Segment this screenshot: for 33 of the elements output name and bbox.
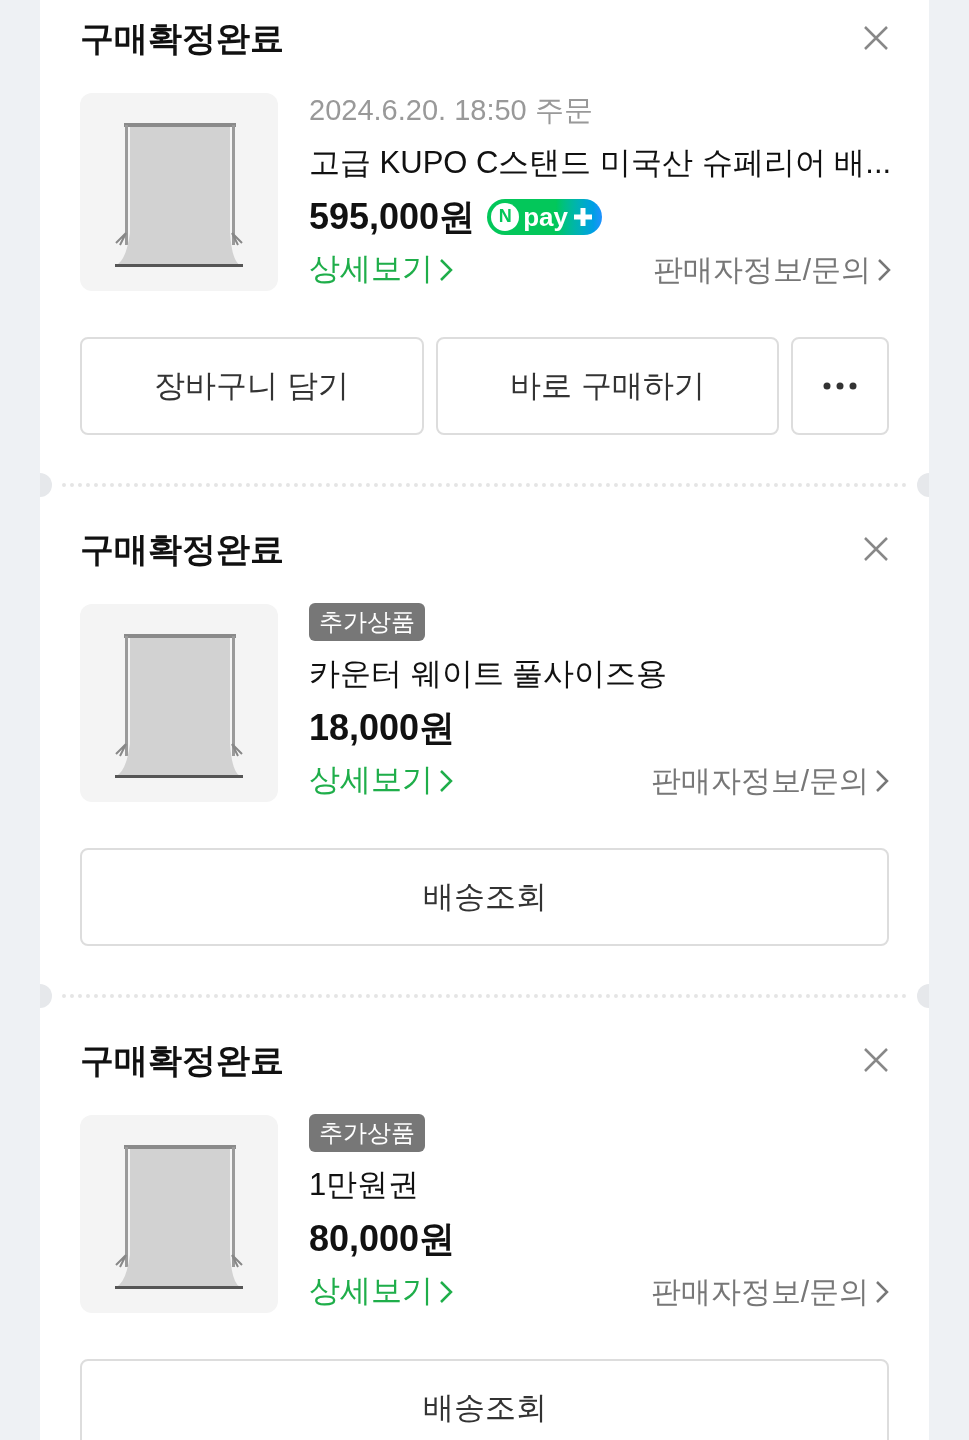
product-name: 카운터 웨이트 풀사이즈용 <box>309 655 668 694</box>
product-name: 1만원권 <box>309 1166 420 1205</box>
seller-info-link[interactable]: 판매자정보/문의 <box>650 758 889 803</box>
chevron-right-icon <box>875 768 889 793</box>
detail-link[interactable]: 상세보기 <box>309 246 453 293</box>
order-status: 구매확정완료 <box>80 18 284 58</box>
tag: 추가상품 <box>309 603 425 641</box>
order-date: 2024.6.20. 18:50 주문 <box>309 93 593 129</box>
chevron-right-icon <box>875 1279 889 1304</box>
action-button[interactable]: 바로 구매하기 <box>435 337 779 435</box>
chevron-right-icon <box>439 768 453 793</box>
seller-info-link[interactable]: 판매자정보/문의 <box>650 1269 889 1314</box>
detail-link[interactable]: 상세보기 <box>309 1268 453 1315</box>
chevron-right-icon <box>439 1279 453 1304</box>
order-status: 구매확정완료 <box>80 529 284 569</box>
product-name: 고급 KUPO C스탠드 미국산 슈페리어 배... <box>309 144 892 183</box>
close-icon <box>863 1047 889 1073</box>
more-icon <box>823 382 857 390</box>
detail-link[interactable]: 상세보기 <box>309 757 453 804</box>
chevron-right-icon <box>877 257 892 282</box>
order-status: 구매확정완료 <box>80 1040 284 1080</box>
action-button[interactable]: 배송조회 <box>80 848 889 946</box>
action-button[interactable]: 배송조회 <box>80 1359 889 1440</box>
action-button[interactable]: 장바구니 담기 <box>80 337 424 435</box>
close-icon <box>863 25 889 51</box>
chevron-right-icon <box>439 257 453 282</box>
close-icon <box>863 536 889 562</box>
tag: 추가상품 <box>309 1114 425 1152</box>
npay-badge: N pay <box>487 198 602 235</box>
price: 80,000원 <box>309 1216 456 1261</box>
seller-info-link[interactable]: 판매자정보/문의 <box>652 247 892 292</box>
price: 595,000원 <box>309 194 476 239</box>
price: 18,000원 <box>309 705 456 750</box>
